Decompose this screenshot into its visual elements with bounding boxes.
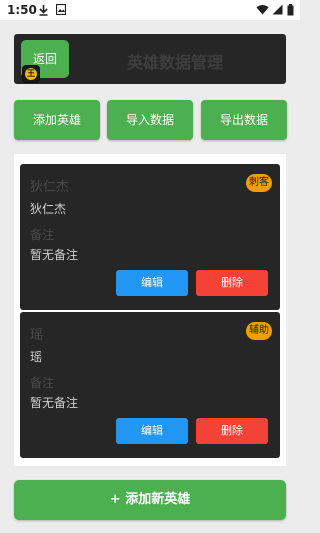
hero-name-label: 狄仁杰 [30, 180, 70, 195]
app-logo-glyph: 王 [25, 68, 37, 80]
hero-name: 狄仁杰 [30, 202, 67, 216]
hero-note: 暂无备注 [30, 396, 79, 410]
hero-name: 瑶 [30, 350, 43, 364]
hero-role-badge: 辅助 [246, 322, 272, 340]
app-header: 返回 王 英雄数据管理 [14, 34, 286, 84]
hero-note: 暂无备注 [30, 248, 79, 262]
delete-hero-button[interactable]: 删除 [196, 270, 268, 296]
status-bar: 1:50 [0, 0, 300, 20]
image-icon [55, 3, 67, 18]
hero-note-label: 备注 [30, 228, 55, 242]
page-title: 英雄数据管理 [126, 53, 223, 72]
import-data-button[interactable]: 导入数据 [107, 100, 193, 140]
signal-icon [272, 4, 283, 18]
hero-note-label: 备注 [30, 376, 55, 390]
download-icon [38, 4, 49, 19]
hero-list: 狄仁杰 刺客 狄仁杰 备注 暂无备注 编辑 删除 瑶 辅助 瑶 备注 暂无备注 … [14, 154, 286, 466]
add-hero-button[interactable]: 添加英雄 [14, 100, 100, 140]
battery-icon [287, 4, 294, 19]
wifi-icon [256, 4, 269, 18]
add-new-hero-button[interactable]: + 添加新英雄 [14, 480, 286, 520]
status-time: 1:50 [7, 3, 37, 17]
hero-card: 狄仁杰 刺客 狄仁杰 备注 暂无备注 编辑 删除 [20, 164, 280, 310]
edit-hero-button[interactable]: 编辑 [116, 270, 188, 296]
edit-hero-button[interactable]: 编辑 [116, 418, 188, 444]
hero-name-label: 瑶 [30, 328, 44, 343]
app-logo-icon: 王 [22, 65, 40, 83]
hero-role-badge: 刺客 [246, 174, 272, 192]
delete-hero-button[interactable]: 删除 [196, 418, 268, 444]
hero-card: 瑶 辅助 瑶 备注 暂无备注 编辑 删除 [20, 312, 280, 458]
export-data-button[interactable]: 导出数据 [201, 100, 287, 140]
